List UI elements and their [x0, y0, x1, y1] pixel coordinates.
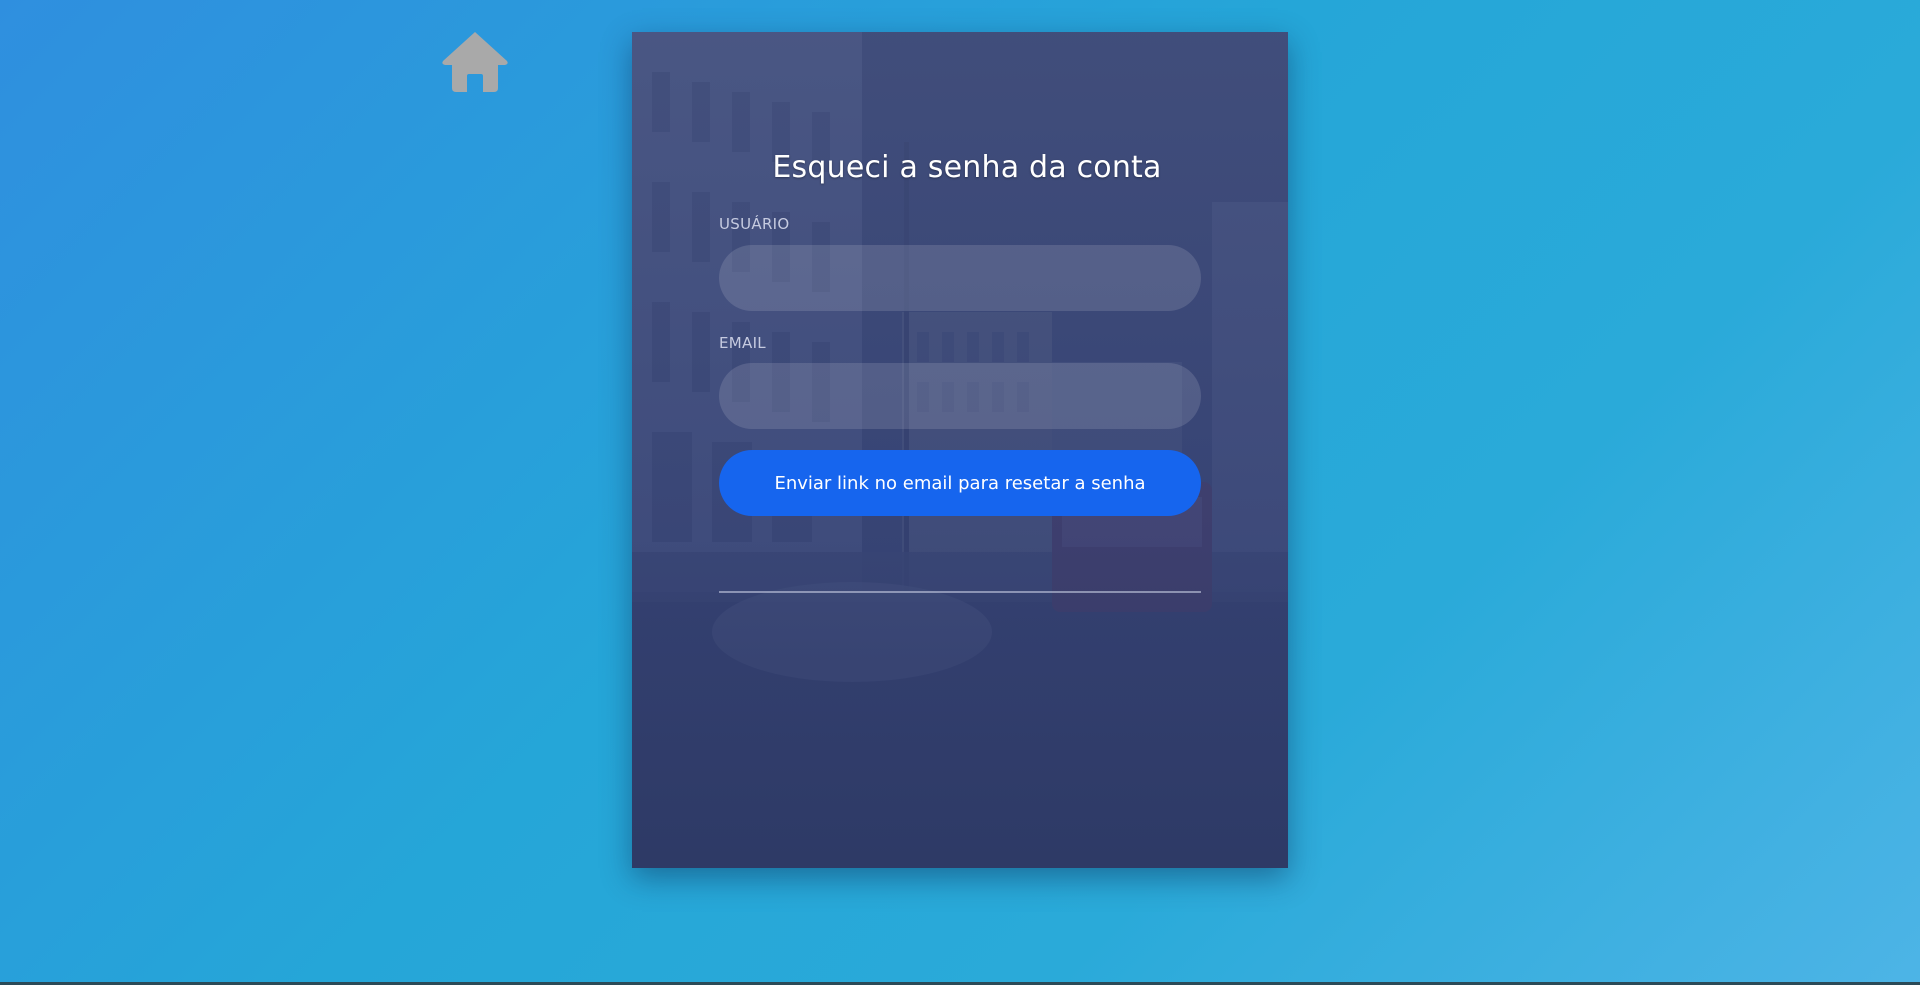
forgot-password-card: Esqueci a senha da conta USUÁRIO EMAIL E…	[632, 32, 1288, 868]
email-label: EMAIL	[719, 334, 766, 352]
home-button[interactable]	[440, 30, 510, 94]
divider	[719, 591, 1201, 593]
home-icon	[442, 32, 508, 92]
send-reset-link-button[interactable]: Enviar link no email para resetar a senh…	[719, 450, 1201, 516]
username-input[interactable]	[719, 245, 1201, 311]
username-label: USUÁRIO	[719, 215, 790, 233]
email-input[interactable]	[719, 363, 1201, 429]
page-title: Esqueci a senha da conta	[772, 150, 1162, 185]
